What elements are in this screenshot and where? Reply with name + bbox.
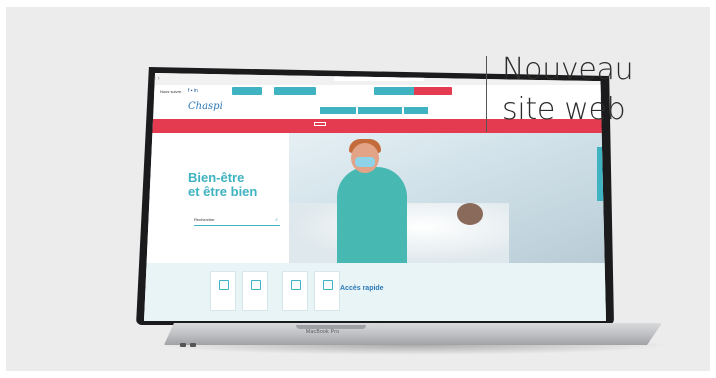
headline-line2: site web bbox=[502, 92, 626, 127]
quick-card-4 bbox=[314, 271, 340, 311]
laptop-ports bbox=[180, 334, 210, 347]
nav-pill-urgences bbox=[414, 87, 452, 95]
photo-patient bbox=[457, 203, 483, 225]
laptop-model-label: MacBook Pro bbox=[306, 329, 340, 335]
search-icon: ⌕ bbox=[275, 217, 278, 223]
follow-label: Nous suivre bbox=[160, 89, 182, 94]
calendar-icon bbox=[219, 280, 229, 290]
hero-search-field: Rechercher ⌕ bbox=[194, 217, 280, 226]
quick-card-3 bbox=[282, 271, 308, 311]
photo-nurse-body bbox=[337, 167, 407, 263]
photo-nurse-mask bbox=[355, 157, 375, 167]
nav-pill-access bbox=[274, 87, 316, 95]
document-icon bbox=[291, 280, 301, 290]
bag-icon bbox=[323, 280, 333, 290]
site-logo: Chaspi bbox=[188, 101, 223, 112]
headline-line1: Nouveau bbox=[502, 52, 634, 87]
hero-photo bbox=[289, 133, 606, 263]
social-icons: f ▪ in bbox=[188, 88, 198, 94]
hero-title-line1: Bien-être bbox=[188, 170, 245, 185]
quick-card-2 bbox=[242, 271, 268, 311]
nav-pill-documents bbox=[374, 87, 416, 95]
subnav-item-3 bbox=[404, 107, 428, 114]
hero-title: Bien-être et être bien bbox=[188, 171, 257, 199]
quick-card-1 bbox=[210, 271, 236, 311]
laptop-base bbox=[164, 323, 662, 345]
headline-divider bbox=[486, 56, 487, 132]
search-placeholder: Rechercher bbox=[194, 217, 215, 222]
subnav-item-1 bbox=[320, 107, 356, 114]
quick-access-title: Accès rapide bbox=[340, 285, 384, 292]
banner-background: ‹ › Nous suivre f ▪ in Chaspi Bien-être bbox=[6, 7, 710, 371]
hero-title-line2: et être bien bbox=[188, 184, 258, 199]
subnav-item-2 bbox=[358, 107, 402, 114]
alert-button bbox=[314, 122, 326, 126]
quick-access-section: Accès rapide bbox=[144, 263, 606, 321]
nav-pill-contact bbox=[232, 87, 262, 95]
card-icon bbox=[251, 280, 261, 290]
